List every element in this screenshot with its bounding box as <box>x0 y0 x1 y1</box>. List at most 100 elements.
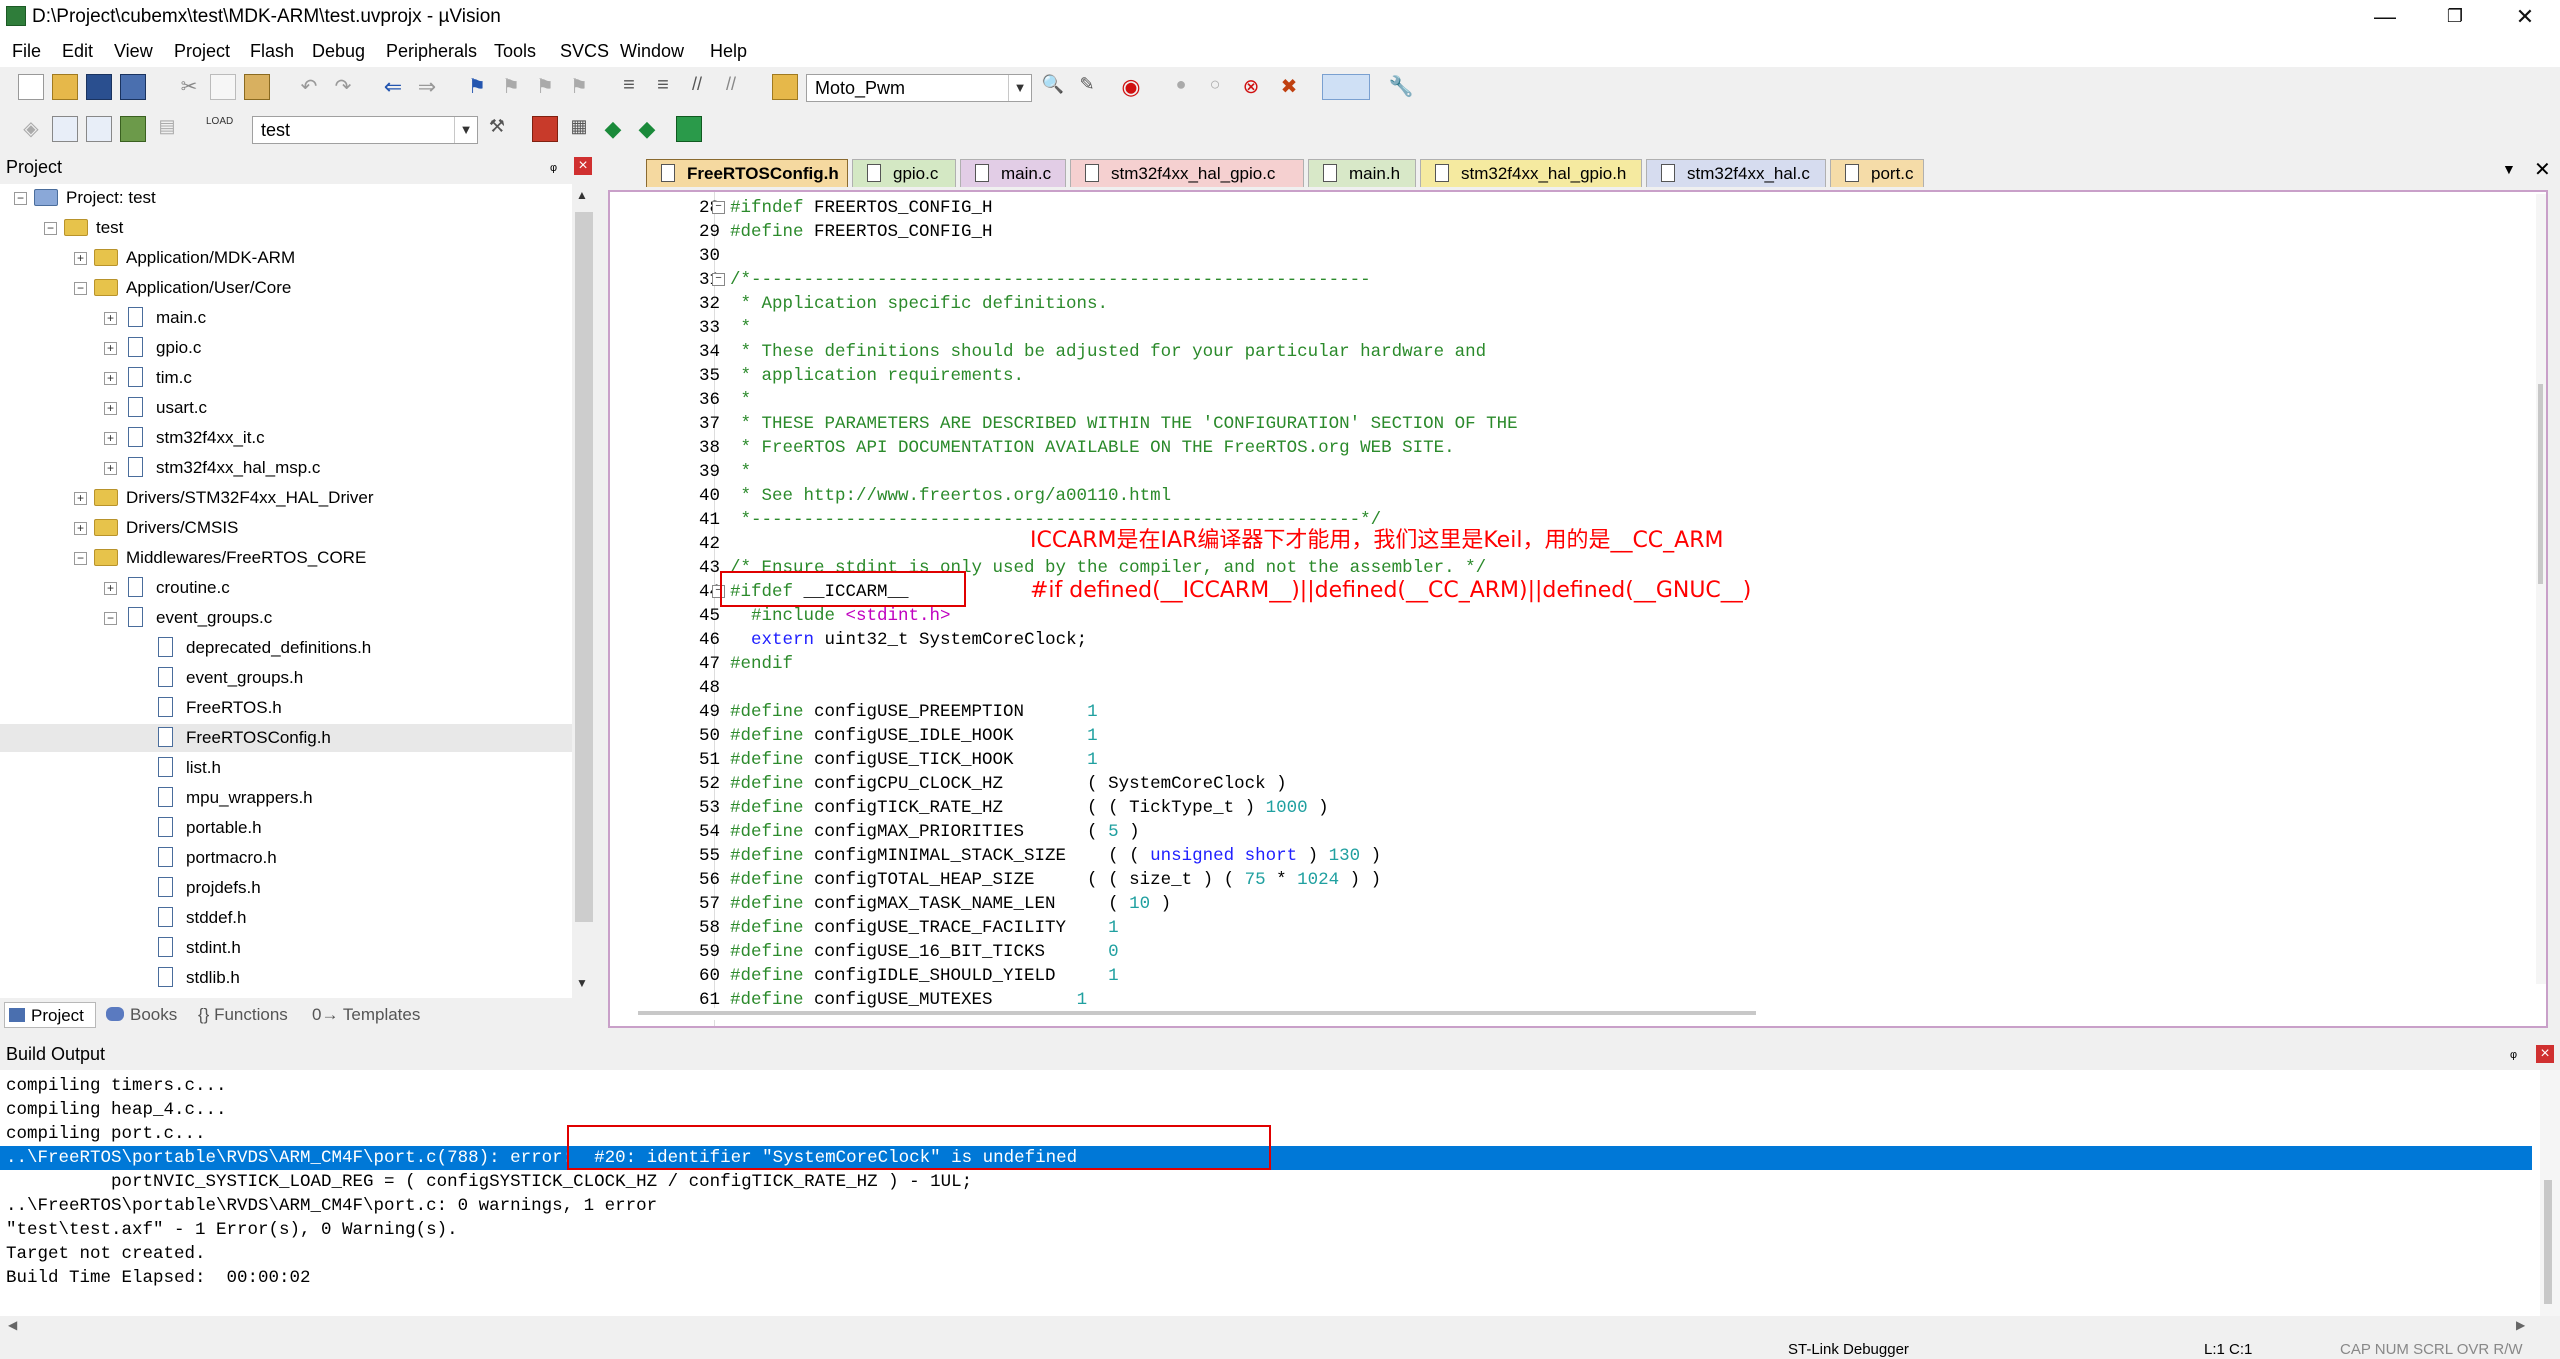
editor-vscroll[interactable] <box>2536 194 2546 984</box>
tab-main-h[interactable]: main.h <box>1308 159 1416 187</box>
nav-back-icon[interactable]: ⇐ <box>380 74 406 100</box>
collapse-icon[interactable]: − <box>14 192 27 205</box>
select-packs-icon[interactable]: ◆ <box>634 116 660 142</box>
undo-icon[interactable]: ↶ <box>296 74 322 100</box>
build-line[interactable]: "test\test.axf" - 1 Error(s), 0 Warning(… <box>6 1218 458 1242</box>
code-line[interactable]: 54 #define configMAX_PRIORITIES ( 5 ) <box>610 820 2510 844</box>
pin-icon[interactable]: ᵩ <box>550 157 557 175</box>
manage-components-icon[interactable]: ▦ <box>566 116 592 142</box>
menu-flash[interactable]: Flash <box>250 41 294 62</box>
collapse-icon[interactable]: − <box>104 612 117 625</box>
close-editor-icon[interactable]: ✕ <box>2534 157 2551 182</box>
tree-item[interactable]: − Middlewares/FreeRTOS_CORE <box>0 544 572 572</box>
menu-file[interactable]: File <box>12 41 41 62</box>
tree-item[interactable]: + main.c <box>0 304 572 332</box>
build-output-log[interactable]: compiling timers.c... compiling heap_4.c.… <box>0 1070 2540 1316</box>
nav-forward-icon[interactable]: ⇒ <box>414 74 440 100</box>
tab-stm32f4xx-hal-c[interactable]: stm32f4xx_hal.c <box>1646 159 1826 187</box>
expand-icon[interactable]: + <box>104 432 117 445</box>
scroll-up-icon[interactable]: ▲ <box>576 188 588 202</box>
editor-hscroll-thumb[interactable] <box>638 1011 1756 1015</box>
tab-main-c[interactable]: main.c <box>960 159 1066 187</box>
build-line[interactable]: ..\FreeRTOS\portable\RVDS\ARM_CM4F\port.… <box>6 1194 657 1218</box>
expand-icon[interactable]: + <box>104 582 117 595</box>
menu-window[interactable]: Window <box>620 41 684 62</box>
code-line[interactable]: 33 * <box>610 316 2510 340</box>
code-line[interactable]: 38 * FreeRTOS API DOCUMENTATION AVAILABL… <box>610 436 2510 460</box>
tree-item[interactable]: mpu_wrappers.h <box>0 784 572 812</box>
tree-item[interactable]: + stm32f4xx_it.c <box>0 424 572 452</box>
indent-icon[interactable]: ≡ <box>616 74 642 100</box>
code-line[interactable]: 60 #define configIDLE_SHOULD_YIELD 1 <box>610 964 2510 988</box>
tree-item[interactable]: − Application/User/Core <box>0 274 572 302</box>
menu-view[interactable]: View <box>114 41 153 62</box>
scroll-down-icon[interactable]: ▼ <box>576 976 588 990</box>
disable-breakpoint-icon[interactable]: ○ <box>1202 74 1228 100</box>
tree-item[interactable]: + croutine.c <box>0 574 572 602</box>
pin-icon[interactable]: ᵩ <box>2510 1044 2517 1062</box>
kill-breakpoints-icon[interactable]: ⊗ <box>1238 74 1264 100</box>
build-line[interactable]: Target not created. <box>6 1242 206 1266</box>
build-line[interactable]: Build Time Elapsed: 00:00:02 <box>6 1266 311 1290</box>
tree-item[interactable]: portable.h <box>0 814 572 842</box>
code-line[interactable]: 29 #define FREERTOS_CONFIG_H <box>610 220 2510 244</box>
stop-build-icon[interactable]: ▤ <box>154 116 180 142</box>
tree-item[interactable]: stddef.h <box>0 904 572 932</box>
menu-svcs[interactable]: SVCS <box>560 41 609 62</box>
code-line[interactable]: 49 #define configUSE_PREEMPTION 1 <box>610 700 2510 724</box>
menu-help[interactable]: Help <box>710 41 747 62</box>
build-output-hscroll[interactable]: ◀ ▶ <box>0 1316 2540 1336</box>
maximize-button[interactable]: ❐ <box>2420 0 2490 33</box>
cut-icon[interactable]: ✂ <box>176 74 202 100</box>
tab-port-c[interactable]: port.c <box>1830 159 1924 187</box>
copy-icon[interactable] <box>210 74 236 100</box>
menu-peripherals[interactable]: Peripherals <box>386 41 477 62</box>
tab-freertosconfig-h[interactable]: FreeRTOSConfig.h <box>646 159 848 187</box>
download-icon[interactable]: LOAD <box>206 116 233 142</box>
tree-item[interactable]: stdint.h <box>0 934 572 962</box>
breakpoint-icon[interactable]: ● <box>1168 74 1194 100</box>
tab-books[interactable]: Books <box>104 1002 177 1028</box>
next-bookmark-icon[interactable]: ⚑ <box>532 74 558 100</box>
code-line[interactable]: 32 * Application specific definitions. <box>610 292 2510 316</box>
code-line[interactable]: 46 extern uint32_t SystemCoreClock; <box>610 628 2510 652</box>
tree-item[interactable]: stdlib.h <box>0 964 572 992</box>
uncomment-icon[interactable]: // <box>718 74 744 100</box>
build-line[interactable]: portNVIC_SYSTICK_LOAD_REG = ( configSYST… <box>6 1170 972 1194</box>
run-time-env-icon[interactable] <box>676 116 702 142</box>
tree-item[interactable]: + usart.c <box>0 394 572 422</box>
expand-icon[interactable]: + <box>104 402 117 415</box>
clear-bookmarks-icon[interactable]: ⚑ <box>566 74 592 100</box>
tree-item[interactable]: − event_groups.c <box>0 604 572 632</box>
menu-debug[interactable]: Debug <box>312 41 365 62</box>
project-tree-scrollbar[interactable]: ▲ ▼ <box>572 184 596 998</box>
code-line[interactable]: 36 * <box>610 388 2510 412</box>
code-line[interactable]: 50 #define configUSE_IDLE_HOOK 1 <box>610 724 2510 748</box>
bookmark-icon[interactable]: ⚑ <box>464 74 490 100</box>
editor-hscroll[interactable] <box>612 1008 2532 1020</box>
configure-icon[interactable]: 🔧 <box>1388 74 1414 100</box>
code-editor[interactable]: 28− #ifndef FREERTOS_CONFIG_H 29 #define FR… <box>608 190 2548 1028</box>
batch-build-icon[interactable] <box>120 116 146 142</box>
tree-item[interactable]: + tim.c <box>0 364 572 392</box>
expand-icon[interactable]: + <box>104 372 117 385</box>
tab-stm32f4xx-hal-gpio-h[interactable]: stm32f4xx_hal_gpio.h <box>1420 159 1642 187</box>
code-line[interactable]: 40 * See http://www.freertos.org/a00110.… <box>610 484 2510 508</box>
build-line[interactable]: compiling port.c... <box>6 1122 206 1146</box>
tab-functions[interactable]: {} Functions <box>198 1002 288 1028</box>
close-panel-icon[interactable]: × <box>574 157 592 175</box>
expand-icon[interactable]: + <box>74 252 87 265</box>
save-icon[interactable] <box>86 74 112 100</box>
prev-bookmark-icon[interactable]: ⚑ <box>498 74 524 100</box>
tab-list-dropdown-icon[interactable]: ▼ <box>2502 161 2516 177</box>
close-button[interactable]: ✕ <box>2490 0 2560 33</box>
comment-icon[interactable]: // <box>684 74 710 100</box>
tree-item[interactable]: + Drivers/CMSIS <box>0 514 572 542</box>
menu-project[interactable]: Project <box>174 41 230 62</box>
collapse-icon[interactable]: − <box>74 552 87 565</box>
translate-icon[interactable]: ◈ <box>18 116 44 142</box>
code-line[interactable]: 51 #define configUSE_TICK_HOOK 1 <box>610 748 2510 772</box>
tab-stm32f4xx-hal-gpio-c[interactable]: stm32f4xx_hal_gpio.c <box>1070 159 1304 187</box>
project-combo[interactable]: test ▼ <box>252 116 478 144</box>
tab-gpio-c[interactable]: gpio.c <box>852 159 956 187</box>
